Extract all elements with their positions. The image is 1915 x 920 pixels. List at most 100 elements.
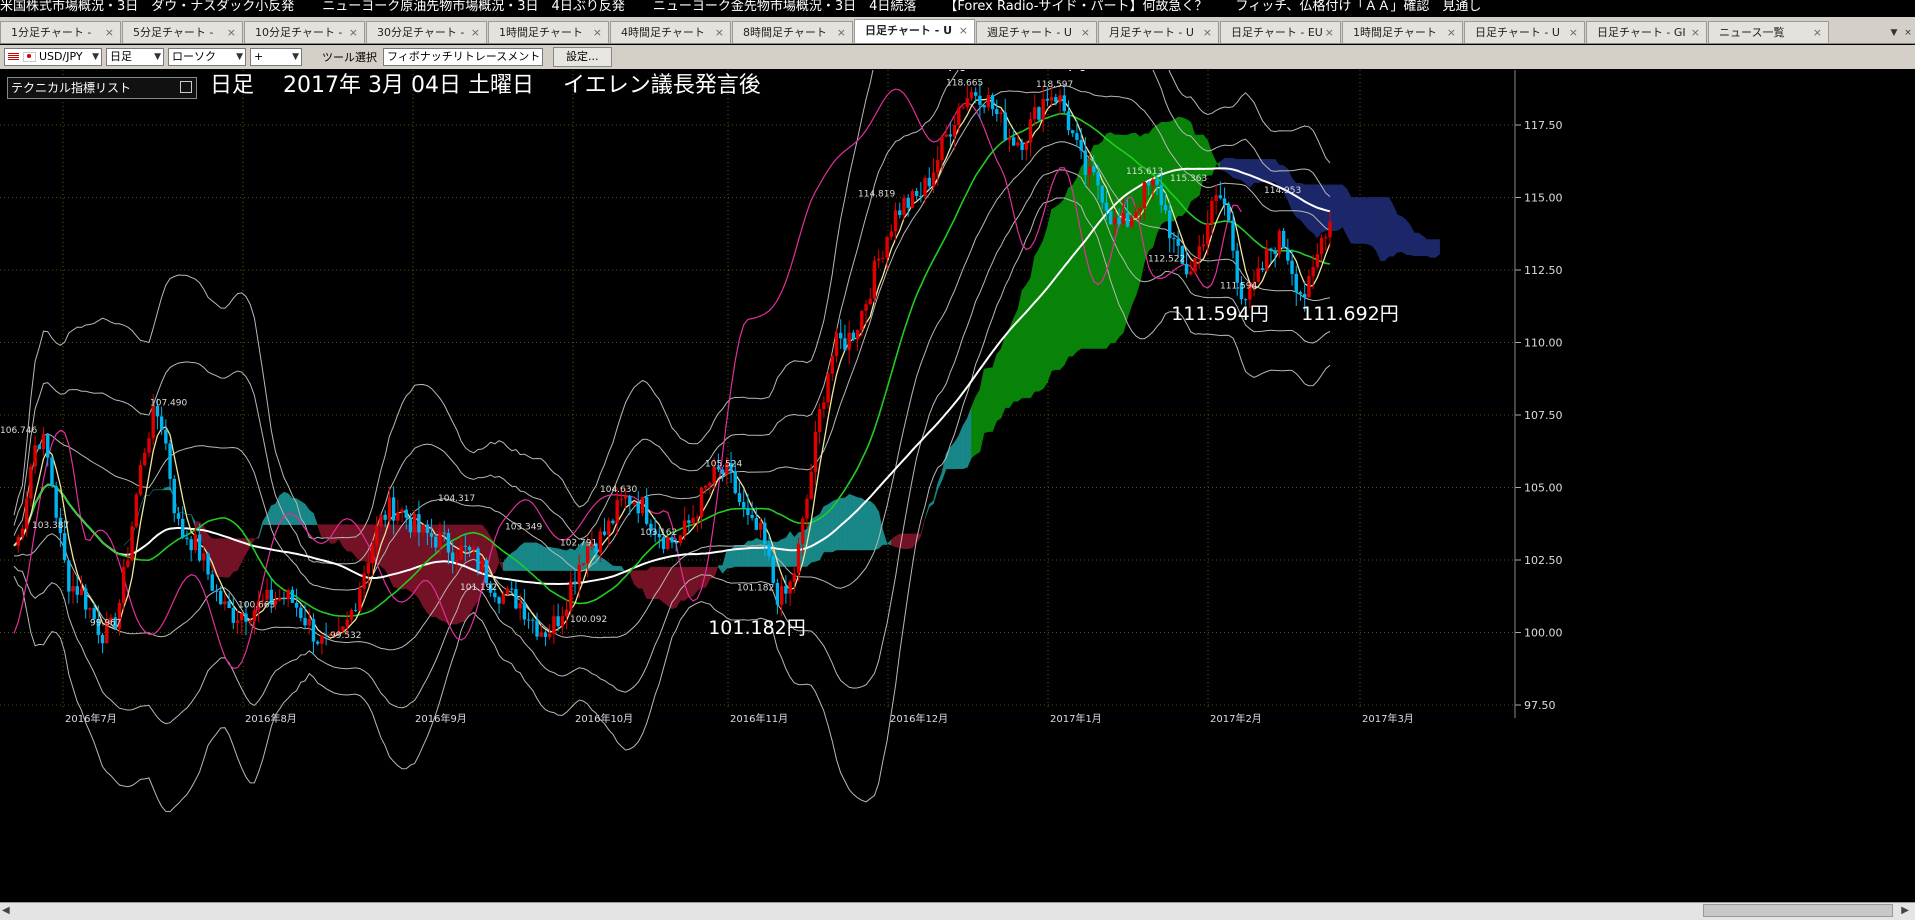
tab-menu-icon[interactable]: ▼: [1887, 23, 1901, 43]
candle-body: [75, 586, 79, 595]
candle-body: [720, 469, 725, 475]
chart-tab[interactable]: 1分足チャート - ×: [0, 21, 121, 43]
candle-body: [1205, 223, 1210, 245]
chart-tab[interactable]: 30分足チャート - ×: [366, 21, 487, 43]
close-icon[interactable]: ×: [349, 22, 358, 43]
close-icon[interactable]: ×: [1081, 22, 1090, 43]
ichimoku-cloud-segment: [1089, 145, 1095, 349]
candle-body: [244, 613, 248, 622]
currency-pair-select[interactable]: USD/JPY ▼: [4, 48, 102, 66]
close-icon[interactable]: ×: [1691, 22, 1700, 43]
drawing-tool-field[interactable]: フィボナッチリトレースメント: [383, 48, 543, 66]
candle-body: [417, 514, 421, 533]
chart-tab[interactable]: 月足チャート - U ×: [1098, 21, 1219, 43]
ichimoku-cloud-segment: [536, 542, 542, 571]
news-headline[interactable]: フィッチ、仏格付け「ＡＡ」確認 見通し: [1235, 0, 1481, 14]
ichimoku-cloud-segment: [1338, 184, 1343, 231]
ichimoku-cloud-segment: [427, 524, 432, 618]
settings-button[interactable]: 設定...: [553, 47, 612, 67]
chart-tab[interactable]: 1時間足チャート ×: [488, 21, 609, 43]
chart-tab[interactable]: ニュース一覧 ×: [1708, 21, 1829, 43]
candle-body: [400, 509, 404, 513]
ichimoku-cloud-segment: [950, 441, 955, 470]
candle-body: [1033, 107, 1037, 120]
x-tick-label: 2017年3月: [1362, 712, 1414, 725]
candle-body: [923, 177, 927, 197]
horizontal-scrollbar[interactable]: ◀ ▶: [0, 902, 1915, 920]
candle-body: [24, 498, 29, 529]
ichimoku-cloud-segment: [1072, 177, 1078, 357]
chart-toolbar: USD/JPY ▼ 日足 ▼ ローソク ▼ + ▼ ツール選択 フィボナッチリト…: [0, 45, 1915, 69]
candle-body: [771, 556, 775, 584]
close-icon[interactable]: ×: [1203, 22, 1212, 43]
chart-tab[interactable]: 週足チャート - U ×: [976, 21, 1097, 43]
close-icon[interactable]: ×: [1569, 22, 1578, 43]
candle-body: [235, 620, 240, 623]
close-icon[interactable]: ×: [837, 22, 846, 43]
ichimoku-cloud-segment: [1080, 161, 1086, 349]
candle-body: [995, 109, 999, 115]
candle-body: [531, 619, 535, 621]
candle-body: [982, 104, 986, 108]
ichimoku-cloud-segment: [638, 570, 643, 589]
candle-body: [952, 124, 957, 137]
candle-body: [151, 406, 155, 439]
timeframe-select[interactable]: 日足 ▼: [106, 48, 164, 66]
cursor-mode-select[interactable]: + ▼: [250, 48, 302, 66]
ichimoku-cloud-segment: [1367, 197, 1373, 247]
chart-tab[interactable]: 日足チャート - U ×: [1464, 21, 1585, 43]
candle-body: [839, 332, 843, 339]
scroll-left-icon[interactable]: ◀: [2, 905, 10, 916]
candle-body: [1159, 184, 1163, 206]
news-headline[interactable]: ニューヨーク金先物市場概況・3日 4日続落: [653, 0, 917, 14]
close-icon[interactable]: ×: [715, 22, 724, 43]
candle-body: [370, 545, 375, 564]
candle-body: [1092, 166, 1096, 173]
news-headline[interactable]: 米国株式市場概況・3日 ダウ・ナスダック小反発: [0, 0, 294, 14]
candle-body: [775, 583, 780, 605]
chart-tab[interactable]: 4時間足チャート ×: [610, 21, 731, 43]
ichimoku-cloud-segment: [1363, 197, 1369, 245]
close-icon[interactable]: ×: [471, 22, 480, 43]
close-icon[interactable]: ×: [105, 22, 114, 43]
price-chart[interactable]: 117.50 115.00 112.50 110.00 107.50 105.00 102.…: [0, 70, 1915, 900]
ichimoku-cloud-segment: [1401, 215, 1407, 255]
candle-body: [33, 445, 37, 467]
timeframe-value: 日足: [110, 50, 132, 63]
chart-tab[interactable]: 5分足チャート - ×: [122, 21, 243, 43]
chart-style-select[interactable]: ローソク ▼: [168, 48, 246, 66]
chart-tab[interactable]: 日足チャート - EU ×: [1220, 21, 1341, 43]
ichimoku-cloud-segment: [1384, 197, 1390, 262]
candle-body: [1243, 299, 1248, 301]
chart-tab[interactable]: 8時間足チャート ×: [732, 21, 853, 43]
chart-tab[interactable]: 10分足チャート - ×: [244, 21, 365, 43]
chart-tab[interactable]: 1時間足チャート ×: [1342, 21, 1463, 43]
chart-tab[interactable]: 日足チャート - GI ×: [1586, 21, 1707, 43]
candle-body: [876, 258, 881, 261]
candle-body: [518, 602, 522, 609]
close-icon[interactable]: ×: [1813, 22, 1822, 43]
ichimoku-cloud-segment: [815, 514, 820, 562]
news-ticker[interactable]: 米国株式市場概況・3日 ダウ・ナスダック小反発 ニューヨーク原油先物市場概況・3日…: [0, 0, 1915, 14]
candle-body: [1049, 97, 1054, 101]
close-icon[interactable]: ×: [227, 22, 236, 43]
tab-scroll-icon[interactable]: ×: [1901, 23, 1915, 43]
chart-tab[interactable]: 日足チャート - U ×: [854, 19, 975, 43]
price-point-label: 104.317: [438, 494, 475, 504]
close-icon[interactable]: ×: [1447, 22, 1456, 43]
close-icon[interactable]: ×: [593, 22, 602, 43]
candle-body: [1302, 293, 1307, 298]
candle-body: [1054, 97, 1058, 103]
close-icon[interactable]: ×: [1325, 22, 1334, 43]
scroll-thumb[interactable]: [1703, 904, 1893, 917]
news-headline[interactable]: 【Forex Radio-サイド・パート】何故急く？: [944, 0, 1207, 14]
scroll-right-icon[interactable]: ▶: [1901, 905, 1909, 916]
price-point-label: 104.630: [600, 485, 637, 495]
close-icon[interactable]: ×: [959, 20, 968, 42]
price-point-label: 103.387: [32, 521, 69, 531]
candle-body: [1096, 172, 1100, 186]
news-headline[interactable]: ニューヨーク原油先物市場概況・3日 4日ぶり反発: [322, 0, 625, 14]
indicator-list-button[interactable]: テクニカル指標リスト: [7, 77, 197, 99]
ichimoku-cloud-segment: [612, 565, 618, 571]
ichimoku-cloud-segment: [1393, 205, 1398, 257]
